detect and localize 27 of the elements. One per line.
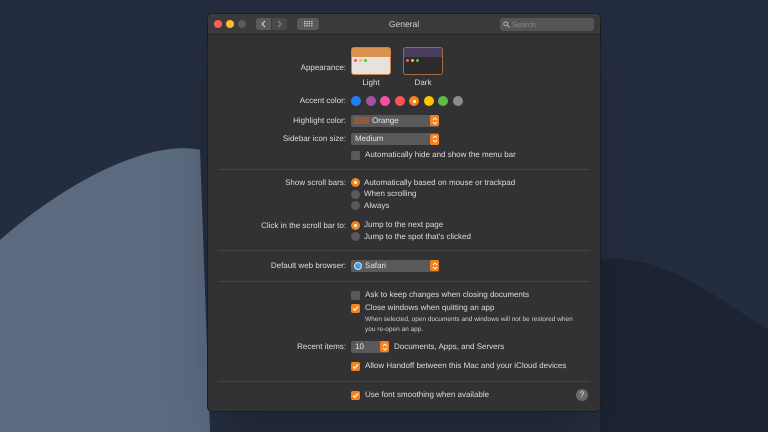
setting-label: Show scroll bars: [285, 177, 346, 189]
window-title: General [388, 18, 420, 30]
highlight-color-dropdown[interactable]: Orange [351, 114, 439, 126]
appearance-label: Light [362, 77, 380, 89]
setting-label: Click in the scroll bar to: [261, 220, 346, 232]
setting-label: Accent color: [300, 95, 346, 107]
setting-label: Recent items: [297, 340, 346, 352]
radio-label: Jump to the spot that's clicked [364, 230, 471, 243]
checkbox-label: Allow Handoff between this Mac and your iCloud devices [365, 360, 566, 372]
checkbox-label: Close windows when quitting an app [365, 302, 494, 314]
appearance-label: Dark [414, 77, 432, 89]
default-browser-dropdown[interactable]: Safari [351, 260, 439, 272]
help-button[interactable]: ? [576, 389, 588, 401]
radio-label: Automatically based on mouse or trackpad [364, 176, 516, 189]
setting-label: Default web browser: [270, 260, 346, 272]
setting-label: Highlight color: [293, 114, 346, 126]
setting-label: Sidebar icon size: [282, 133, 346, 145]
recent-items-suffix: Documents, Apps, and Servers [394, 340, 504, 352]
recent-items-stepper[interactable]: 10 [351, 340, 389, 352]
checkbox-label: Use font smoothing when available [365, 389, 490, 401]
sidebar-icon-size-dropdown[interactable]: Medium [351, 133, 439, 145]
radio-label: Jump to the next page [364, 219, 444, 232]
radio-label: When scrolling [364, 188, 416, 200]
radio-label: Always [364, 200, 390, 212]
checkbox-label: Automatically hide and show the menu bar [365, 149, 516, 161]
setting-label: Appearance: [300, 62, 346, 74]
checkbox-label: Ask to keep changes when closing documents [365, 289, 530, 301]
